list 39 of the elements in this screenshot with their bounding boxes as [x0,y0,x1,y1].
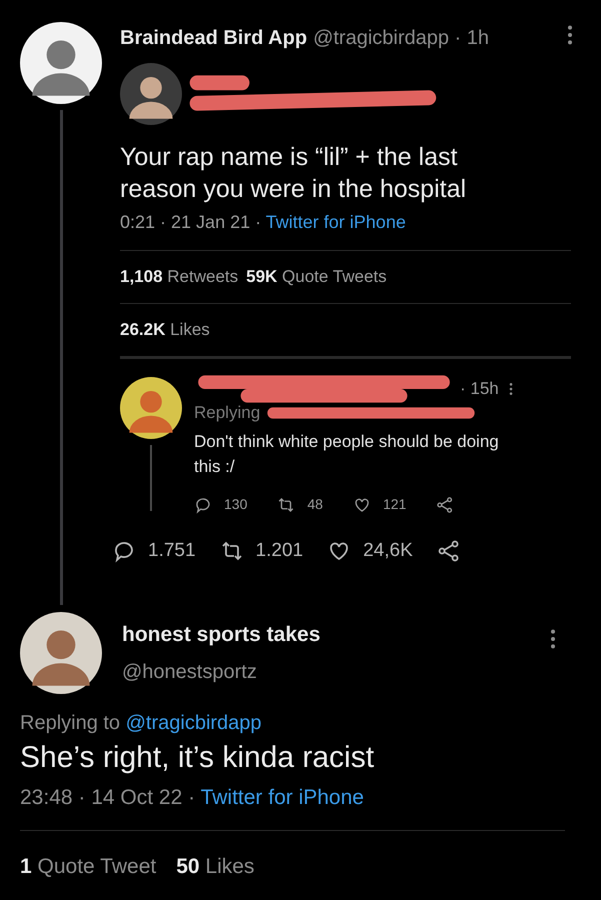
more-icon[interactable] [567,24,573,46]
timestamp: 23:48 · 14 Oct 22 · [20,786,196,809]
stat-text: 1 Quote Tweet [20,854,156,880]
retweet-button[interactable]: 1.201 [220,537,304,566]
reply-button[interactable]: 130 [194,494,248,515]
reply-text: Don't think white people should be doing this :/ [194,431,500,478]
avatar[interactable] [120,377,182,439]
stat-text: 26.2K Likes [120,320,210,338]
reply-icon[interactable] [194,496,212,514]
retweet-button[interactable]: 48 [277,494,323,515]
source-link[interactable]: Twitter for iPhone [266,212,406,232]
tweet-text: Your rap name is “lil” + the last reason you were in the hospital [120,142,468,205]
timestamp: 0:21 · 21 Jan 21 · [120,212,262,232]
author-name: Braindead Bird App [120,26,308,51]
like-button[interactable]: 24,6K [327,537,413,566]
avatar[interactable] [20,22,102,104]
reply-button[interactable]: 1.751 [112,537,196,566]
tweet-text: She’s right, it’s kinda racist [20,740,376,776]
avatar[interactable] [20,612,102,694]
heart-icon[interactable] [352,496,371,514]
stat-text: 1,108 Retweets [120,266,238,288]
reply-icon[interactable] [112,539,136,564]
source-link[interactable]: Twitter for iPhone [200,786,364,809]
avatar[interactable] [120,63,182,125]
reply-time: · 15h [460,378,499,400]
more-icon[interactable] [550,628,556,650]
replying-label: Replying [194,402,260,424]
stat-text: 59K Quote Tweets [246,266,387,288]
more-icon[interactable] [508,382,513,396]
stat-text: 50 Likes [176,854,254,880]
like-button[interactable]: 121 [352,494,406,515]
author-name: honest sports takes [122,622,320,648]
handle: @honestsportz [122,660,258,685]
mention-link[interactable]: @tragicbirdapp [126,712,262,734]
share-icon[interactable] [436,496,454,514]
share-icon[interactable] [436,539,461,564]
handle-time: @tragicbirdapp · 1h [313,26,490,51]
retweet-icon[interactable] [277,496,296,514]
replying-label: Replying to [20,712,122,734]
